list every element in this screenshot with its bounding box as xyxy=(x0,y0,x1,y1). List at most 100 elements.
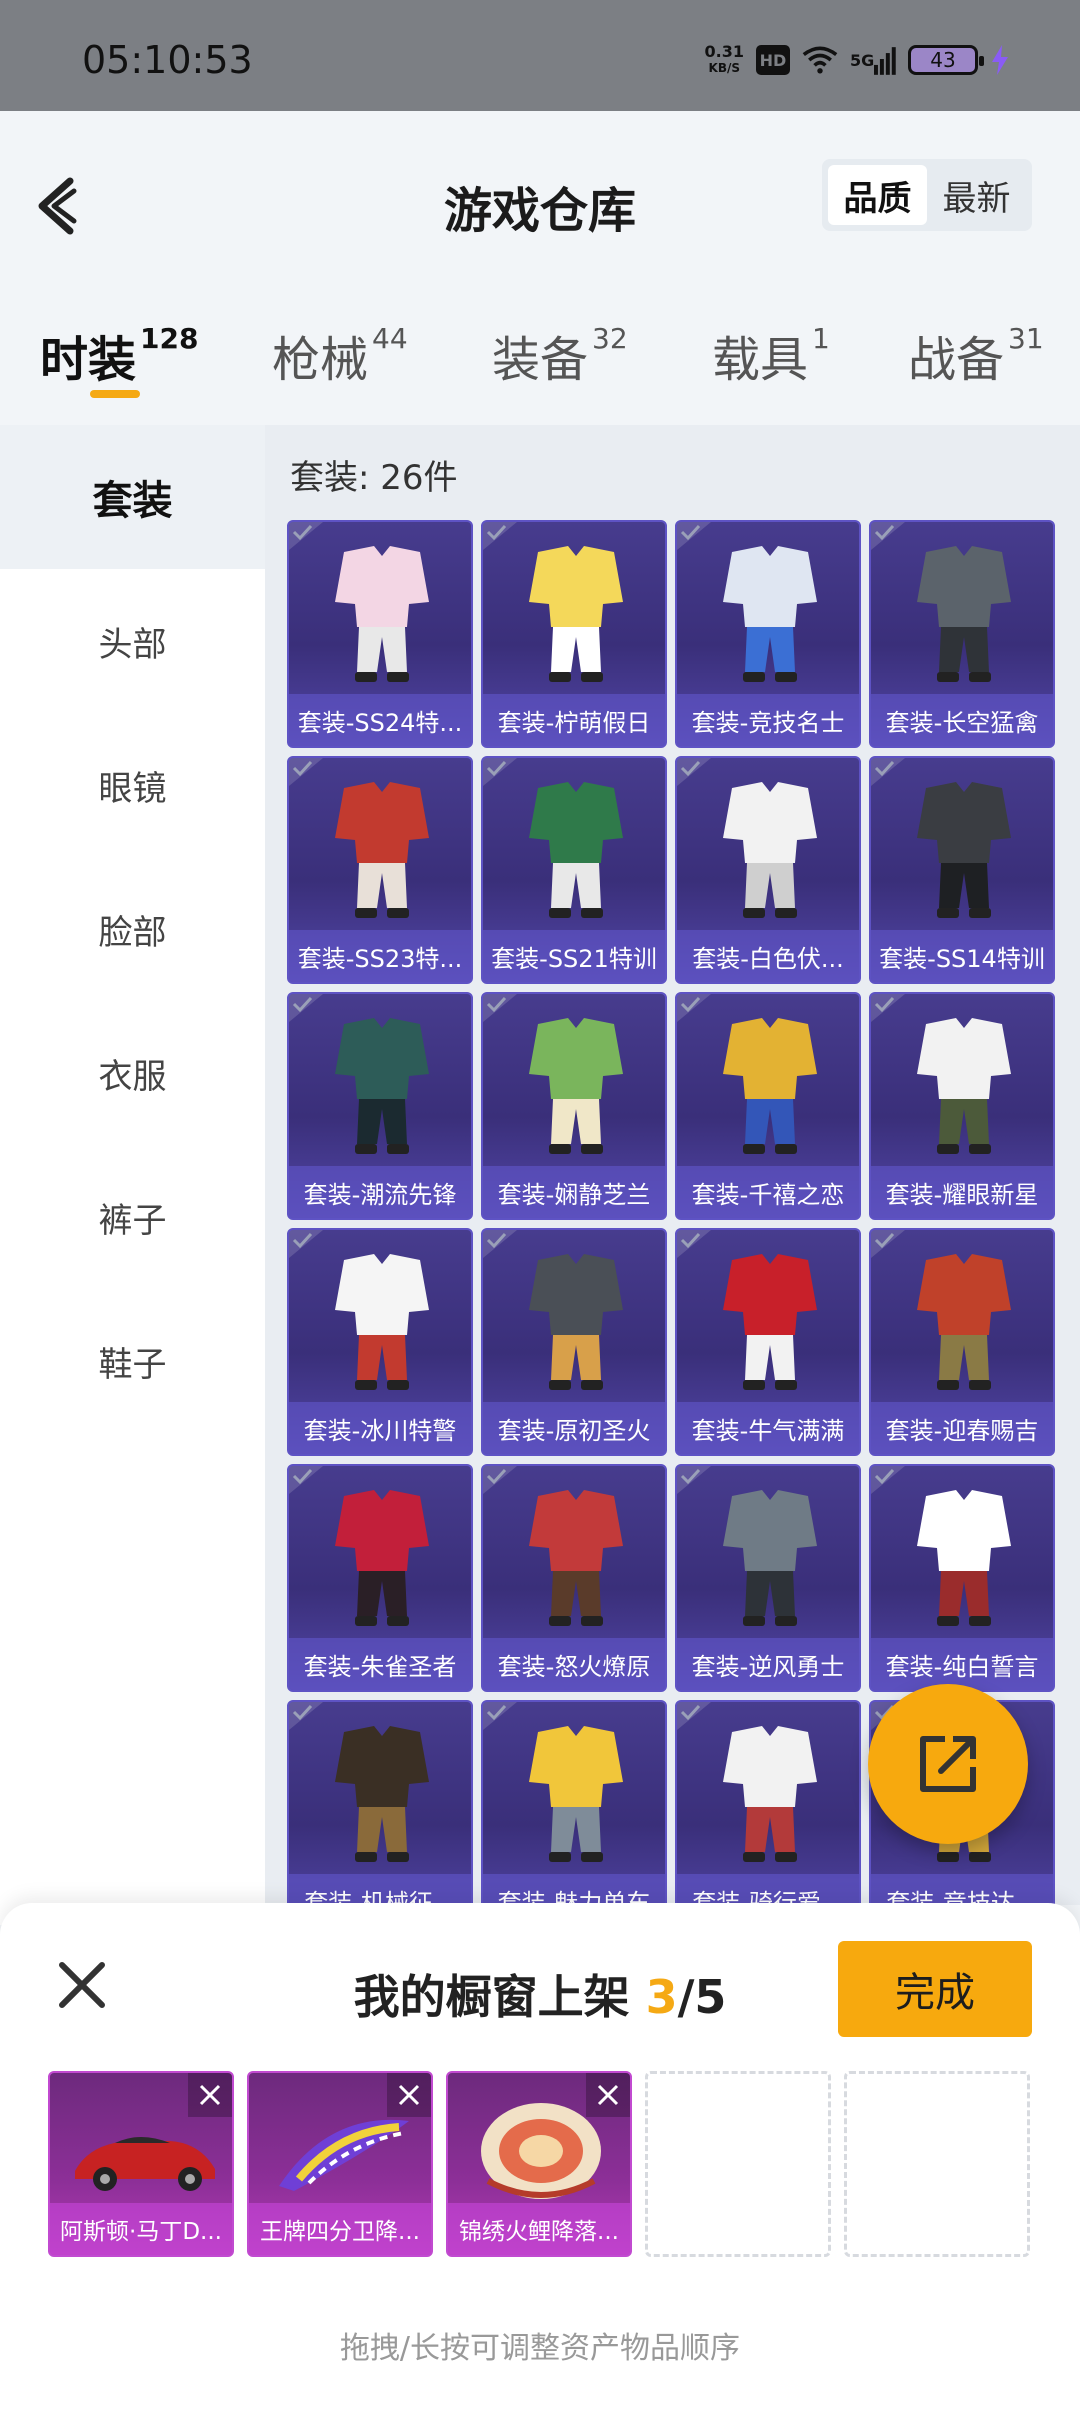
outfit-card[interactable]: 套装-SS21特训 xyxy=(481,756,667,984)
charging-icon xyxy=(990,42,1010,78)
outfit-image xyxy=(529,1254,623,1390)
outfit-name: 套装-朱雀圣者 xyxy=(289,1638,471,1690)
outfit-image xyxy=(917,1490,1011,1626)
showcase-slot[interactable]: 锦绣火鲤降落... xyxy=(446,2071,632,2257)
outfit-name: 套装-骑行爱... xyxy=(677,1874,859,1905)
outfit-name: 套装-牛气满满 xyxy=(677,1402,859,1454)
outfit-image xyxy=(529,1018,623,1154)
status-time: 05:10:53 xyxy=(82,38,253,82)
hd-icon: HD xyxy=(756,45,790,75)
outfit-card[interactable]: 套装-SS23特... xyxy=(287,756,473,984)
outfit-card[interactable]: 套装-牛气满满 xyxy=(675,1228,861,1456)
outfit-card[interactable]: 套装-耀眼新星 xyxy=(869,992,1055,1220)
remove-slot-button[interactable] xyxy=(387,2073,431,2117)
outfit-card[interactable]: 套装-魅力单车 xyxy=(481,1700,667,1905)
outfit-name: 套装-SS23特... xyxy=(289,930,471,982)
tab-vehicles[interactable]: 载具 1 xyxy=(712,320,830,390)
subcategory-shoes[interactable]: 鞋子 xyxy=(0,1289,265,1433)
outfit-image xyxy=(917,1254,1011,1390)
outfit-name: 套装-魅力单车 xyxy=(483,1874,665,1905)
close-icon xyxy=(398,2084,420,2106)
outfit-name: 套装-SS24特... xyxy=(289,694,471,746)
subcategory-pants[interactable]: 裤子 xyxy=(0,1145,265,1289)
remove-slot-button[interactable] xyxy=(188,2073,232,2117)
slot-name: 阿斯顿·马丁D... xyxy=(50,2203,232,2255)
outfit-card[interactable]: 套装-SS24特... xyxy=(287,520,473,748)
subcategory-face[interactable]: 脸部 xyxy=(0,857,265,1001)
sort-newest-button[interactable]: 最新 xyxy=(927,165,1026,225)
outfit-image xyxy=(335,546,429,682)
outfit-card[interactable]: 套装-竞技名士 xyxy=(675,520,861,748)
tab-supplies[interactable]: 战备 31 xyxy=(908,320,1044,390)
outfit-card[interactable]: 套装-SS14特训 xyxy=(869,756,1055,984)
outfit-image xyxy=(529,546,623,682)
outfit-card[interactable]: 套装-迎春赐吉 xyxy=(869,1228,1055,1456)
subcategory-outfit[interactable]: 套装 xyxy=(0,425,265,569)
item-count-label: 套装: 26件 xyxy=(290,458,458,498)
outfit-card[interactable]: 套装-潮流先锋 xyxy=(287,992,473,1220)
outfit-card[interactable]: 套装-纯白誓言 xyxy=(869,1464,1055,1692)
outfit-name: 套装-长空猛禽 xyxy=(871,694,1053,746)
outfit-name: 套装-机械征... xyxy=(289,1874,471,1905)
subcategory-list: 套装 头部 眼镜 脸部 衣服 裤子 鞋子 xyxy=(0,425,265,1925)
outfit-card[interactable]: 套装-怒火燎原 xyxy=(481,1464,667,1692)
outfit-image xyxy=(917,546,1011,682)
slot-name: 锦绣火鲤降落... xyxy=(448,2203,630,2255)
outfit-card[interactable]: 套装-冰川特警 xyxy=(287,1228,473,1456)
outfit-card[interactable]: 套装-长空猛禽 xyxy=(869,520,1055,748)
outfit-name: 套装-SS21特训 xyxy=(483,930,665,982)
outfit-card[interactable]: 套装-朱雀圣者 xyxy=(287,1464,473,1692)
subcategory-head[interactable]: 头部 xyxy=(0,569,265,713)
sort-quality-button[interactable]: 品质 xyxy=(828,165,927,225)
outfit-card[interactable]: 套装-千禧之恋 xyxy=(675,992,861,1220)
outfit-name: 套装-柠萌假日 xyxy=(483,694,665,746)
outfit-name: 套装-白色伏... xyxy=(677,930,859,982)
outfit-name: 套装-纯白誓言 xyxy=(871,1638,1053,1690)
share-button[interactable] xyxy=(868,1684,1028,1844)
outfit-image xyxy=(335,1726,429,1862)
subcategory-glasses[interactable]: 眼镜 xyxy=(0,713,265,857)
header: 游戏仓库 品质 最新 xyxy=(0,111,1080,281)
empty-slot[interactable] xyxy=(844,2071,1030,2257)
tab-guns[interactable]: 枪械 44 xyxy=(272,320,408,390)
outfit-name: 套装-冰川特警 xyxy=(289,1402,471,1454)
cellular-signal-icon: 5G xyxy=(850,42,896,78)
outfit-image xyxy=(335,1018,429,1154)
outfit-image xyxy=(529,1490,623,1626)
outfit-card[interactable]: 套装-柠萌假日 xyxy=(481,520,667,748)
outfit-image xyxy=(529,1726,623,1862)
done-button[interactable]: 完成 xyxy=(838,1941,1032,2037)
outfit-name: 套装-竞技达... xyxy=(871,1874,1053,1905)
outfit-name: 套装-怒火燎原 xyxy=(483,1638,665,1690)
outfit-card[interactable]: 套装-逆风勇士 xyxy=(675,1464,861,1692)
showcase-sheet: 我的橱窗上架 3/5 完成 阿斯顿·马丁D... 王牌四分卫降... 锦绣火鲤降… xyxy=(0,1903,1080,2414)
outfit-card[interactable]: 套装-原初圣火 xyxy=(481,1228,667,1456)
outfit-card[interactable]: 套装-娴静芝兰 xyxy=(481,992,667,1220)
outfit-name: 套装-娴静芝兰 xyxy=(483,1166,665,1218)
close-icon xyxy=(597,2084,619,2106)
outfit-image xyxy=(723,1018,817,1154)
outfit-name: 套装-原初圣火 xyxy=(483,1402,665,1454)
outfit-card[interactable]: 套装-骑行爱... xyxy=(675,1700,861,1905)
slot-name: 王牌四分卫降... xyxy=(249,2203,431,2255)
outfit-card[interactable]: 套装-机械征... xyxy=(287,1700,473,1905)
outfit-image xyxy=(335,1254,429,1390)
outfit-image xyxy=(917,782,1011,918)
empty-slot[interactable] xyxy=(645,2071,831,2257)
outfit-card[interactable]: 套装-白色伏... xyxy=(675,756,861,984)
category-tabs: 时装 128 枪械 44 装备 32 载具 1 战备 31 xyxy=(0,300,1080,410)
outfit-image xyxy=(723,1490,817,1626)
subcategory-clothes[interactable]: 衣服 xyxy=(0,1001,265,1145)
remove-slot-button[interactable] xyxy=(586,2073,630,2117)
status-bar: 05:10:53 0.31 KB/S HD 5G 43 xyxy=(0,0,1080,111)
tab-equipment[interactable]: 装备 32 xyxy=(492,320,628,390)
outfit-name: 套装-竞技名士 xyxy=(677,694,859,746)
net-speed: 0.31 KB/S xyxy=(704,42,744,76)
outfit-image xyxy=(335,1490,429,1626)
outfit-name: 套装-SS14特训 xyxy=(871,930,1053,982)
tab-fashion[interactable]: 时装 128 xyxy=(40,320,198,390)
showcase-slot[interactable]: 阿斯顿·马丁D... xyxy=(48,2071,234,2257)
outfit-image xyxy=(723,1254,817,1390)
showcase-slot[interactable]: 王牌四分卫降... xyxy=(247,2071,433,2257)
showcase-slots: 阿斯顿·马丁D... 王牌四分卫降... 锦绣火鲤降落... xyxy=(48,2071,1038,2257)
